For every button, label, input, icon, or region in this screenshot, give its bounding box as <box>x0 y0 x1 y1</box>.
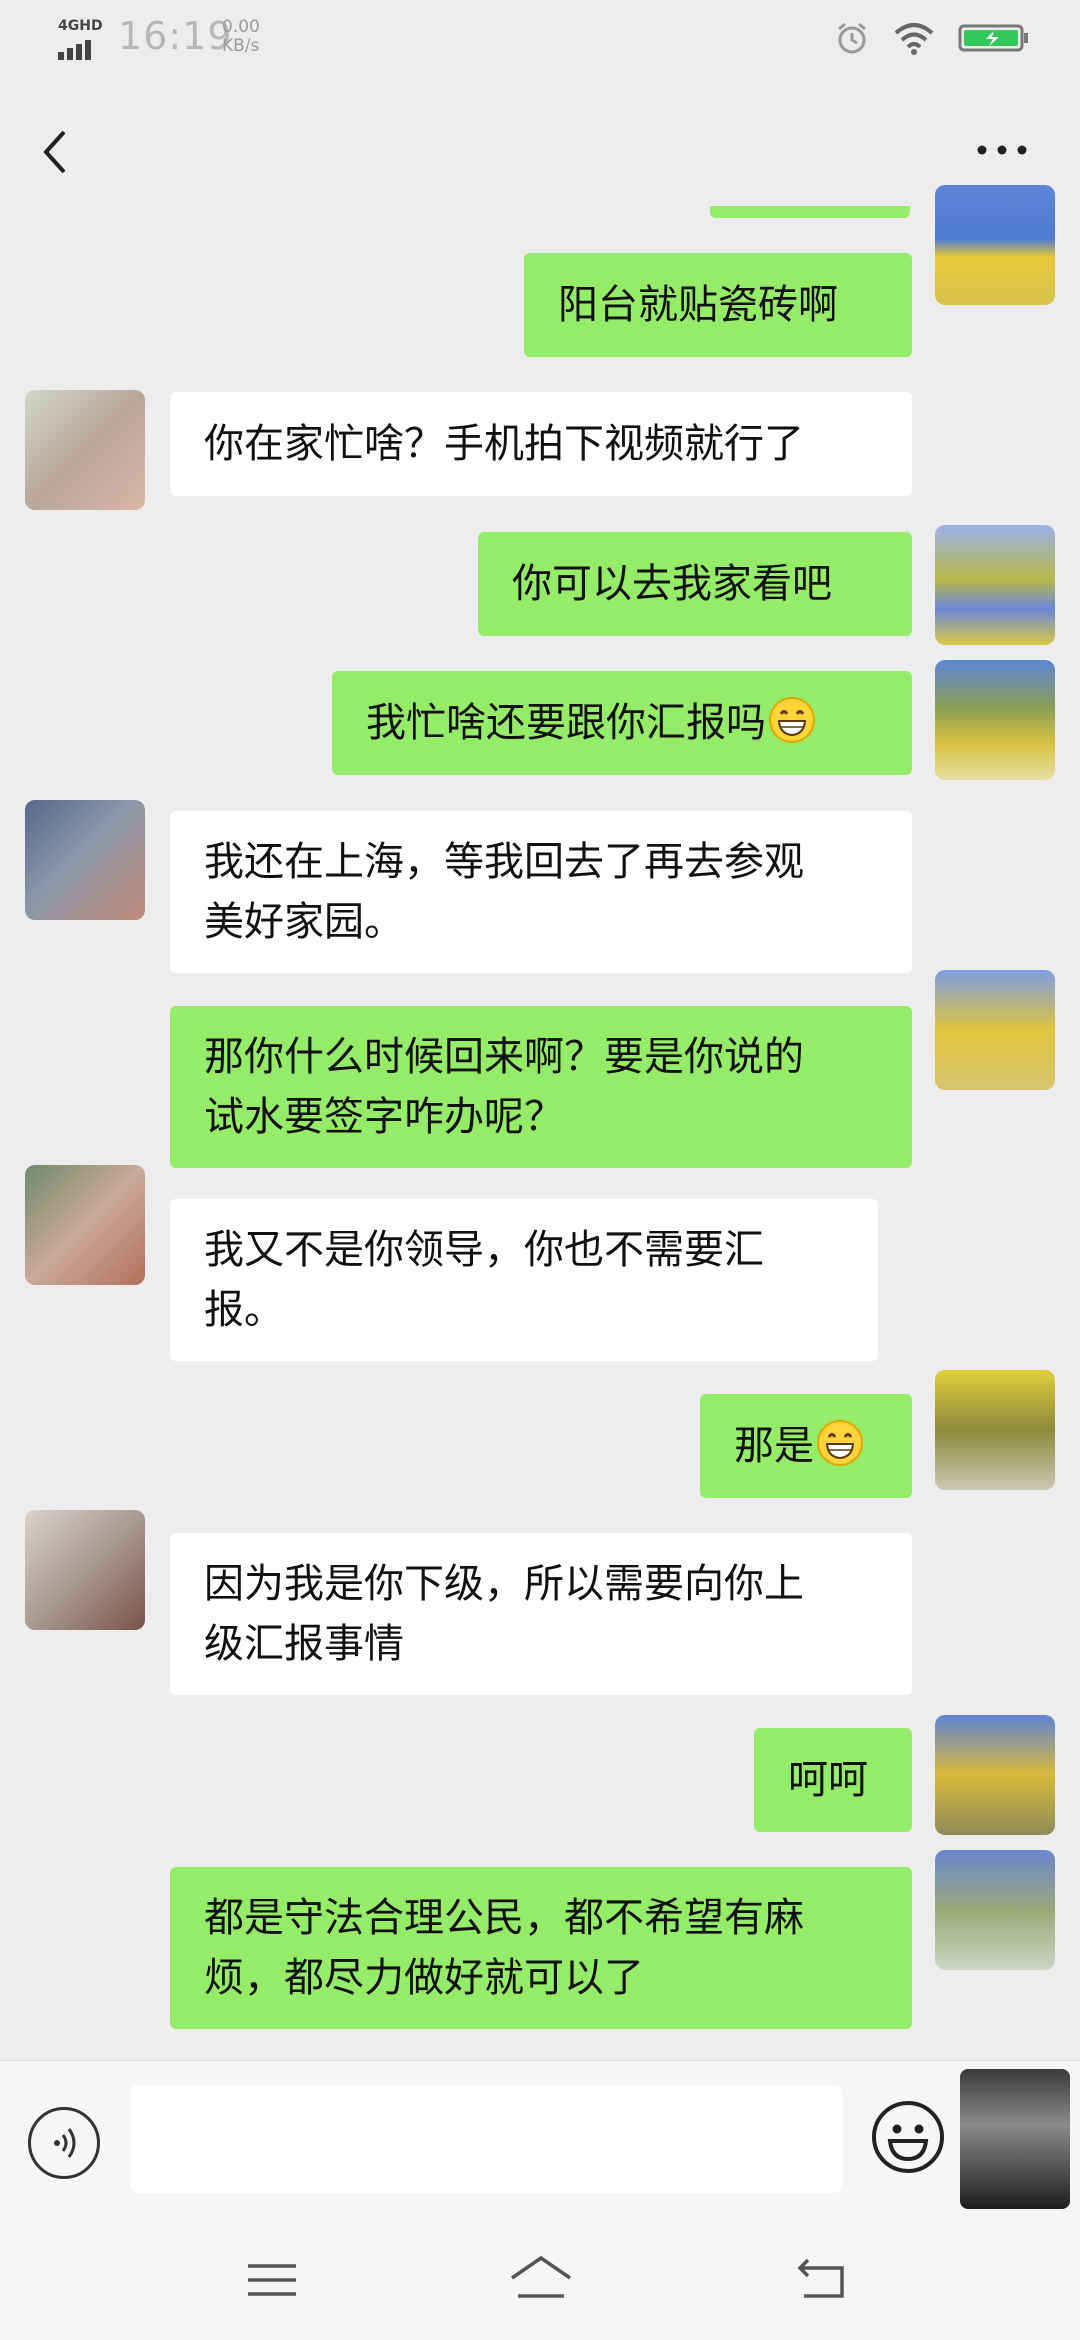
input-bar <box>0 2060 1080 2221</box>
message-bubble-outgoing[interactable]: 呵呵 <box>754 1728 912 1832</box>
avatar-self[interactable] <box>960 2069 1070 2209</box>
avatar-self[interactable] <box>935 660 1055 780</box>
avatar-self[interactable] <box>935 970 1055 1090</box>
avatar-self[interactable] <box>935 1850 1055 1970</box>
avatar-contact[interactable] <box>25 800 145 920</box>
avatar-contact[interactable] <box>25 390 145 510</box>
speed-value: 0.00 <box>222 17 260 37</box>
message-bubble-incoming[interactable]: 因为我是你下级，所以需要向你上 级汇报事情 <box>170 1533 912 1695</box>
message-text: 级汇报事情 <box>204 1621 404 1667</box>
message-bubble-outgoing[interactable]: 我忙啥还要跟你汇报吗 <box>332 671 912 775</box>
message-bubble-partial <box>710 206 910 218</box>
status-time: 16:19 <box>118 14 233 58</box>
grinning-face-emoji <box>817 1420 863 1466</box>
message-text: 烦，都尽力做好就可以了 <box>204 1955 644 2001</box>
alarm-icon <box>838 22 866 54</box>
message-text: 美好家园。 <box>204 899 404 945</box>
chat-header <box>0 80 1080 215</box>
network-speed: 0.00 KB/s <box>222 18 260 56</box>
avatar-self[interactable] <box>935 185 1055 305</box>
message-bubble-incoming[interactable]: 你在家忙啥？手机拍下视频就行了 <box>170 392 912 496</box>
message-bubble-outgoing[interactable]: 你可以去我家看吧 <box>478 532 912 636</box>
grinning-face-emoji <box>769 697 815 743</box>
message-text: 呵呵 <box>788 1757 868 1803</box>
speed-unit: KB/s <box>222 36 260 56</box>
battery-icon <box>958 24 1028 52</box>
avatar-contact[interactable] <box>25 1510 145 1630</box>
message-text: 我忙啥还要跟你汇报吗 <box>366 700 766 746</box>
message-text: 你可以去我家看吧 <box>512 561 832 607</box>
network-type: 4GHD <box>58 18 103 34</box>
message-bubble-incoming[interactable]: 我还在上海，等我回去了再去参观 美好家园。 <box>170 811 912 973</box>
avatar-self[interactable] <box>935 1715 1055 1835</box>
message-bubble-outgoing[interactable]: 阳台就贴瓷砖啊 <box>524 253 912 357</box>
message-text: 那你什么时候回来啊？要是你说的 <box>204 1034 804 1080</box>
back-nav-icon[interactable] <box>790 2250 854 2310</box>
message-text: 因为我是你下级，所以需要向你上 <box>204 1561 804 1607</box>
message-text: 报。 <box>204 1287 284 1333</box>
message-bubble-outgoing[interactable]: 都是守法合理公民，都不希望有麻 烦，都尽力做好就可以了 <box>170 1867 912 2029</box>
status-bar: 4GHD 16:19 0.00 KB/s <box>0 0 1080 80</box>
avatar-self[interactable] <box>935 525 1055 645</box>
message-bubble-outgoing[interactable]: 那是 <box>700 1394 912 1498</box>
message-text: 我又不是你领导，你也不需要汇 <box>204 1227 764 1273</box>
home-icon[interactable] <box>506 2250 576 2310</box>
message-text: 我还在上海，等我回去了再去参观 <box>204 839 804 885</box>
message-text: 阳台就贴瓷砖啊 <box>558 282 838 328</box>
menu-icon[interactable] <box>240 2250 304 2310</box>
signal-icon: 4GHD <box>58 18 106 62</box>
message-text: 你在家忙啥？手机拍下视频就行了 <box>204 421 804 467</box>
avatar-contact[interactable] <box>25 1165 145 1285</box>
avatar-self[interactable] <box>935 1370 1055 1490</box>
message-bubble-outgoing[interactable]: 那你什么时候回来啊？要是你说的 试水要签字咋办呢？ <box>170 1006 912 1168</box>
chevron-left-icon[interactable] <box>30 122 78 182</box>
wifi-icon <box>894 23 934 55</box>
message-input[interactable] <box>130 2085 842 2193</box>
message-text: 试水要签字咋办呢？ <box>204 1094 564 1140</box>
voice-icon[interactable] <box>28 2107 100 2179</box>
smiley-icon[interactable] <box>870 2099 946 2175</box>
message-text: 那是 <box>734 1423 814 1469</box>
more-dots-icon[interactable] <box>972 140 1032 160</box>
system-nav-bar <box>0 2220 1080 2340</box>
message-bubble-incoming[interactable]: 我又不是你领导，你也不需要汇 报。 <box>170 1199 878 1361</box>
message-text: 都是守法合理公民，都不希望有麻 <box>204 1895 804 1941</box>
